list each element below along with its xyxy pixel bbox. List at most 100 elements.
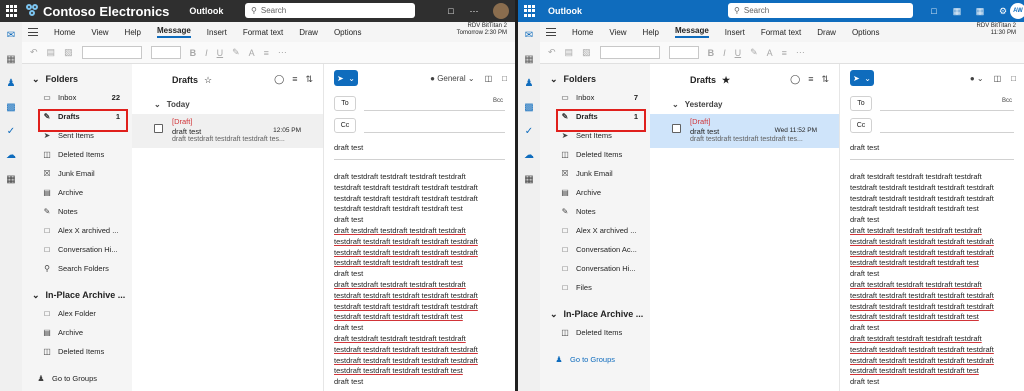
- folder-alex-archived[interactable]: □ Alex X archived ...: [22, 221, 132, 240]
- more-format-icon[interactable]: ⋯: [796, 47, 805, 58]
- to-field[interactable]: [364, 110, 505, 111]
- tab-options[interactable]: Options: [852, 28, 880, 37]
- go-to-groups-link[interactable]: ♟ Go to Groups: [22, 369, 132, 388]
- list-item[interactable]: [Draft] draft test 12:05 PM draft testdr…: [132, 114, 323, 148]
- message-body[interactable]: draft test draft test draft test draft test…: [334, 160, 515, 388]
- tab-message[interactable]: Message: [157, 26, 191, 38]
- reminder[interactable]: RDV BitTitan 2 Tomorrow 2:30 PM: [457, 23, 507, 37]
- tab-home[interactable]: Home: [572, 28, 593, 37]
- favorite-star-icon[interactable]: ★: [722, 75, 730, 86]
- bold-icon[interactable]: B: [190, 48, 197, 58]
- send-button[interactable]: ➤ ⌄: [850, 70, 874, 86]
- format-painter-icon[interactable]: ▧: [64, 47, 73, 58]
- groups-icon[interactable]: ▩: [523, 102, 535, 114]
- undo-icon[interactable]: ↶: [30, 47, 38, 58]
- tab-insert[interactable]: Insert: [725, 28, 745, 37]
- meet-now-icon[interactable]: □: [445, 5, 457, 17]
- search-input[interactable]: ⚲ Search: [245, 3, 415, 18]
- underline-icon[interactable]: U: [217, 48, 224, 58]
- tab-view[interactable]: View: [91, 28, 108, 37]
- sort-icon[interactable]: ⇅: [821, 74, 829, 85]
- apps-icon[interactable]: ▦: [5, 174, 17, 186]
- tab-help[interactable]: Help: [125, 28, 141, 37]
- folder-junk-email[interactable]: ☒ Junk Email: [22, 164, 132, 183]
- undo-icon[interactable]: ↶: [548, 47, 556, 58]
- reminder[interactable]: RDV BitTitan 2 11:30 PM: [977, 23, 1016, 37]
- to-button[interactable]: To: [850, 95, 872, 111]
- select-icon[interactable]: ◯: [790, 74, 800, 85]
- underline-icon[interactable]: U: [735, 48, 742, 58]
- filter-icon[interactable]: ≡: [292, 74, 297, 85]
- folder-inbox[interactable]: ▭ Inbox 22: [22, 88, 132, 107]
- apps-icon[interactable]: ▦: [523, 174, 535, 186]
- message-checkbox[interactable]: [672, 124, 681, 133]
- people-icon[interactable]: ♟: [5, 78, 17, 90]
- avatar[interactable]: [493, 3, 509, 19]
- calendar-icon[interactable]: ▦: [5, 54, 17, 66]
- tab-home[interactable]: Home: [54, 28, 75, 37]
- highlight-icon[interactable]: ✎: [750, 47, 758, 58]
- folder-archive[interactable]: ▤ Archive: [22, 183, 132, 202]
- favorite-star-icon[interactable]: ☆: [204, 75, 212, 86]
- archive-folder-deleted[interactable]: ◫ Deleted Items: [540, 323, 650, 342]
- cc-field[interactable]: [880, 132, 1014, 133]
- todo-icon[interactable]: ✓: [5, 126, 17, 138]
- people-icon[interactable]: ♟: [523, 78, 535, 90]
- groups-icon[interactable]: ▩: [5, 102, 17, 114]
- subject-field[interactable]: draft test: [850, 136, 1014, 160]
- mail-icon[interactable]: ✉: [5, 30, 17, 42]
- app-name[interactable]: Outlook: [548, 6, 582, 16]
- message-checkbox[interactable]: [154, 124, 163, 133]
- shield-icon[interactable]: ● ⌄: [970, 74, 984, 83]
- format-painter-icon[interactable]: ▧: [582, 47, 591, 58]
- bold-icon[interactable]: B: [708, 48, 715, 58]
- hamburger-icon[interactable]: [546, 28, 556, 36]
- search-input[interactable]: ⚲ Search: [728, 3, 913, 18]
- folder-conversation-action[interactable]: □ Conversation Ac...: [540, 240, 650, 259]
- folder-alex-archived[interactable]: □ Alex X archived ...: [540, 221, 650, 240]
- group-header[interactable]: ⌄ Today: [132, 96, 323, 112]
- todo-icon[interactable]: ✓: [523, 126, 535, 138]
- cc-field[interactable]: [364, 132, 505, 133]
- tab-view[interactable]: View: [609, 28, 626, 37]
- archive-folder-archive[interactable]: ▤ Archive: [22, 323, 132, 342]
- app-launcher-icon[interactable]: [6, 5, 18, 17]
- filter-icon[interactable]: ≡: [808, 74, 813, 85]
- clipboard-icon[interactable]: ▤: [47, 47, 56, 58]
- tab-message[interactable]: Message: [675, 26, 709, 38]
- sensitivity-dropdown[interactable]: ● General ⌄: [430, 74, 474, 83]
- tab-format-text[interactable]: Format text: [761, 28, 801, 37]
- message-body[interactable]: draft test draft test draft test draft test…: [850, 160, 1024, 388]
- subject-field[interactable]: draft test: [334, 136, 505, 160]
- go-to-groups-link[interactable]: ♟ Go to Groups: [540, 350, 650, 369]
- notifications-icon[interactable]: ▦: [974, 5, 986, 17]
- bcc-button[interactable]: Bcc: [493, 98, 503, 104]
- hamburger-icon[interactable]: [28, 28, 38, 36]
- app-launcher-icon[interactable]: [524, 5, 536, 17]
- calendar-icon[interactable]: ▦: [951, 5, 963, 17]
- sort-icon[interactable]: ⇅: [305, 74, 313, 85]
- list-item[interactable]: [Draft] draft test Wed 11:52 PM draft te…: [650, 114, 839, 148]
- meet-now-icon[interactable]: □: [928, 5, 940, 17]
- folder-archive[interactable]: ▤ Archive: [540, 183, 650, 202]
- tab-draw[interactable]: Draw: [817, 28, 836, 37]
- folder-notes[interactable]: ✎ Notes: [540, 202, 650, 221]
- folders-header[interactable]: ⌄ Folders: [540, 70, 650, 88]
- tab-help[interactable]: Help: [643, 28, 659, 37]
- settings-icon[interactable]: ⚙: [997, 5, 1009, 17]
- discard-icon[interactable]: ◫: [994, 74, 1002, 83]
- avatar[interactable]: AW: [1010, 3, 1024, 19]
- folder-deleted-items[interactable]: ◫ Deleted Items: [22, 145, 132, 164]
- onedrive-icon[interactable]: ☁: [5, 150, 17, 162]
- tab-draw[interactable]: Draw: [299, 28, 318, 37]
- folders-header[interactable]: ⌄ Folders: [22, 70, 132, 88]
- font-field[interactable]: [81, 46, 142, 59]
- tab-format-text[interactable]: Format text: [243, 28, 283, 37]
- select-icon[interactable]: ◯: [274, 74, 284, 85]
- bullets-icon[interactable]: ≡: [782, 48, 787, 58]
- italic-icon[interactable]: I: [205, 48, 208, 58]
- folder-deleted-items[interactable]: ◫ Deleted Items: [540, 145, 650, 164]
- popout-icon[interactable]: □: [502, 74, 507, 83]
- archive-header[interactable]: ⌄ In-Place Archive ...: [540, 305, 650, 323]
- tab-options[interactable]: Options: [334, 28, 362, 37]
